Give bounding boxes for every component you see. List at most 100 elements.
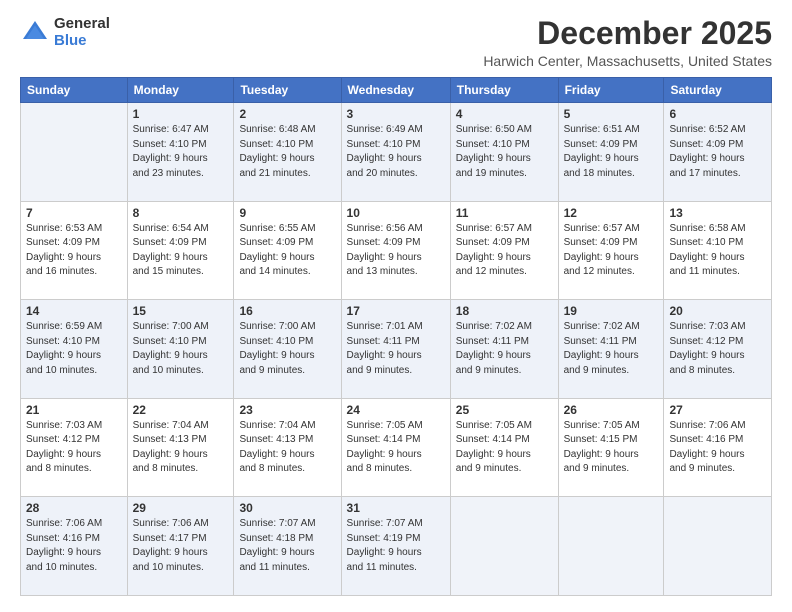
day-info: Sunrise: 7:05 AMSunset: 4:15 PMDaylight:… [564, 419, 659, 477]
day-info: Sunrise: 6:52 AMSunset: 4:09 PMDaylight:… [669, 123, 766, 181]
day-info: Sunrise: 7:05 AMSunset: 4:14 PMDaylight:… [456, 419, 553, 477]
calendar-header-thursday: Thursday [450, 78, 558, 103]
day-info: Sunrise: 7:04 AMSunset: 4:13 PMDaylight:… [239, 419, 335, 477]
calendar-week-row: 21Sunrise: 7:03 AMSunset: 4:12 PMDayligh… [21, 398, 772, 497]
day-info: Sunrise: 6:51 AMSunset: 4:09 PMDaylight:… [564, 123, 659, 181]
calendar-cell [664, 497, 772, 596]
logo: General Blue [20, 16, 110, 49]
calendar-cell: 22Sunrise: 7:04 AMSunset: 4:13 PMDayligh… [127, 398, 234, 497]
day-info: Sunrise: 6:47 AMSunset: 4:10 PMDaylight:… [133, 123, 229, 181]
calendar-week-row: 28Sunrise: 7:06 AMSunset: 4:16 PMDayligh… [21, 497, 772, 596]
day-info: Sunrise: 7:01 AMSunset: 4:11 PMDaylight:… [347, 320, 445, 378]
day-number: 1 [133, 107, 229, 121]
day-info: Sunrise: 6:55 AMSunset: 4:09 PMDaylight:… [239, 222, 335, 280]
calendar-header-monday: Monday [127, 78, 234, 103]
day-info: Sunrise: 7:06 AMSunset: 4:16 PMDaylight:… [669, 419, 766, 477]
subtitle: Harwich Center, Massachusetts, United St… [483, 53, 772, 69]
calendar-cell: 30Sunrise: 7:07 AMSunset: 4:18 PMDayligh… [234, 497, 341, 596]
day-info: Sunrise: 7:02 AMSunset: 4:11 PMDaylight:… [564, 320, 659, 378]
calendar-cell: 23 Sunrise: 7:04 AMSunset: 4:13 PMDayligh… [234, 398, 341, 497]
calendar-cell: 3 Sunrise: 6:49 AMSunset: 4:10 PMDaylight… [341, 103, 450, 202]
calendar-cell: 18 Sunrise: 7:02 AMSunset: 4:11 PMDayligh… [450, 300, 558, 399]
day-number: 15 [133, 304, 229, 318]
calendar-week-row: 1 Sunrise: 6:47 AMSunset: 4:10 PMDaylight… [21, 103, 772, 202]
calendar-cell: 7Sunrise: 6:53 AMSunset: 4:09 PMDaylight… [21, 201, 128, 300]
calendar-cell: 5 Sunrise: 6:51 AMSunset: 4:09 PMDaylight… [558, 103, 664, 202]
day-number: 5 [564, 107, 659, 121]
calendar-header-tuesday: Tuesday [234, 78, 341, 103]
day-number: 10 [347, 206, 445, 220]
calendar-cell: 26 Sunrise: 7:05 AMSunset: 4:15 PMDayligh… [558, 398, 664, 497]
day-number: 4 [456, 107, 553, 121]
calendar-cell [558, 497, 664, 596]
calendar-cell: 29 Sunrise: 7:06 AMSunset: 4:17 PMDayligh… [127, 497, 234, 596]
day-info: Sunrise: 7:03 AMSunset: 4:12 PMDaylight:… [669, 320, 766, 378]
calendar-cell: 31Sunrise: 7:07 AMSunset: 4:19 PMDayligh… [341, 497, 450, 596]
day-info: Sunrise: 7:07 AMSunset: 4:18 PMDaylight:… [239, 517, 335, 575]
day-info: Sunrise: 7:03 AMSunset: 4:12 PMDaylight:… [26, 419, 122, 477]
day-number: 29 [133, 501, 229, 515]
day-info: Sunrise: 7:04 AMSunset: 4:13 PMDaylight:… [133, 419, 229, 477]
day-info: Sunrise: 6:49 AMSunset: 4:10 PMDaylight:… [347, 123, 445, 181]
logo-blue: Blue [54, 33, 110, 50]
calendar-cell: 21Sunrise: 7:03 AMSunset: 4:12 PMDayligh… [21, 398, 128, 497]
day-number: 13 [669, 206, 766, 220]
day-number: 20 [669, 304, 766, 318]
day-info: Sunrise: 6:59 AMSunset: 4:10 PMDaylight:… [26, 320, 122, 378]
day-number: 26 [564, 403, 659, 417]
calendar-cell: 13 Sunrise: 6:58 AMSunset: 4:10 PMDayligh… [664, 201, 772, 300]
calendar-cell: 4 Sunrise: 6:50 AMSunset: 4:10 PMDaylight… [450, 103, 558, 202]
day-info: Sunrise: 6:57 AMSunset: 4:09 PMDaylight:… [456, 222, 553, 280]
day-info: Sunrise: 7:00 AMSunset: 4:10 PMDaylight:… [133, 320, 229, 378]
calendar-cell: 25 Sunrise: 7:05 AMSunset: 4:14 PMDayligh… [450, 398, 558, 497]
calendar-header-row: SundayMondayTuesdayWednesdayThursdayFrid… [21, 78, 772, 103]
calendar-cell: 1 Sunrise: 6:47 AMSunset: 4:10 PMDaylight… [127, 103, 234, 202]
day-number: 31 [347, 501, 445, 515]
calendar-cell: 19 Sunrise: 7:02 AMSunset: 4:11 PMDayligh… [558, 300, 664, 399]
calendar-cell: 12 Sunrise: 6:57 AMSunset: 4:09 PMDayligh… [558, 201, 664, 300]
logo-icon [20, 18, 50, 48]
day-info: Sunrise: 6:58 AMSunset: 4:10 PMDaylight:… [669, 222, 766, 280]
day-number: 19 [564, 304, 659, 318]
calendar-header-sunday: Sunday [21, 78, 128, 103]
calendar-cell: 20 Sunrise: 7:03 AMSunset: 4:12 PMDayligh… [664, 300, 772, 399]
day-number: 18 [456, 304, 553, 318]
day-number: 23 [239, 403, 335, 417]
title-block: December 2025 Harwich Center, Massachuse… [483, 16, 772, 69]
header: General Blue December 2025 Harwich Cente… [20, 16, 772, 69]
calendar-cell: 8Sunrise: 6:54 AMSunset: 4:09 PMDaylight… [127, 201, 234, 300]
day-info: Sunrise: 7:00 AMSunset: 4:10 PMDaylight:… [239, 320, 335, 378]
calendar-week-row: 14Sunrise: 6:59 AMSunset: 4:10 PMDayligh… [21, 300, 772, 399]
day-info: Sunrise: 7:06 AMSunset: 4:17 PMDaylight:… [133, 517, 229, 575]
day-number: 27 [669, 403, 766, 417]
calendar-header-wednesday: Wednesday [341, 78, 450, 103]
logo-general: General [54, 16, 110, 33]
calendar-cell: 15 Sunrise: 7:00 AMSunset: 4:10 PMDayligh… [127, 300, 234, 399]
day-info: Sunrise: 7:05 AMSunset: 4:14 PMDaylight:… [347, 419, 445, 477]
day-number: 11 [456, 206, 553, 220]
day-number: 17 [347, 304, 445, 318]
day-number: 2 [239, 107, 335, 121]
day-number: 16 [239, 304, 335, 318]
day-number: 6 [669, 107, 766, 121]
day-info: Sunrise: 7:06 AMSunset: 4:16 PMDaylight:… [26, 517, 122, 575]
day-number: 12 [564, 206, 659, 220]
logo-text: General Blue [54, 16, 110, 49]
calendar-cell: 27 Sunrise: 7:06 AMSunset: 4:16 PMDayligh… [664, 398, 772, 497]
day-info: Sunrise: 6:56 AMSunset: 4:09 PMDaylight:… [347, 222, 445, 280]
main-title: December 2025 [483, 16, 772, 51]
calendar-cell: 2 Sunrise: 6:48 AMSunset: 4:10 PMDaylight… [234, 103, 341, 202]
day-number: 25 [456, 403, 553, 417]
day-number: 24 [347, 403, 445, 417]
calendar-cell: 24 Sunrise: 7:05 AMSunset: 4:14 PMDayligh… [341, 398, 450, 497]
calendar-cell: 16 Sunrise: 7:00 AMSunset: 4:10 PMDayligh… [234, 300, 341, 399]
day-info: Sunrise: 6:48 AMSunset: 4:10 PMDaylight:… [239, 123, 335, 181]
day-info: Sunrise: 6:50 AMSunset: 4:10 PMDaylight:… [456, 123, 553, 181]
day-number: 3 [347, 107, 445, 121]
calendar-week-row: 7Sunrise: 6:53 AMSunset: 4:09 PMDaylight… [21, 201, 772, 300]
page: General Blue December 2025 Harwich Cente… [0, 0, 792, 612]
day-info: Sunrise: 6:54 AMSunset: 4:09 PMDaylight:… [133, 222, 229, 280]
day-info: Sunrise: 7:02 AMSunset: 4:11 PMDaylight:… [456, 320, 553, 378]
calendar-cell: 10 Sunrise: 6:56 AMSunset: 4:09 PMDayligh… [341, 201, 450, 300]
day-info: Sunrise: 6:57 AMSunset: 4:09 PMDaylight:… [564, 222, 659, 280]
